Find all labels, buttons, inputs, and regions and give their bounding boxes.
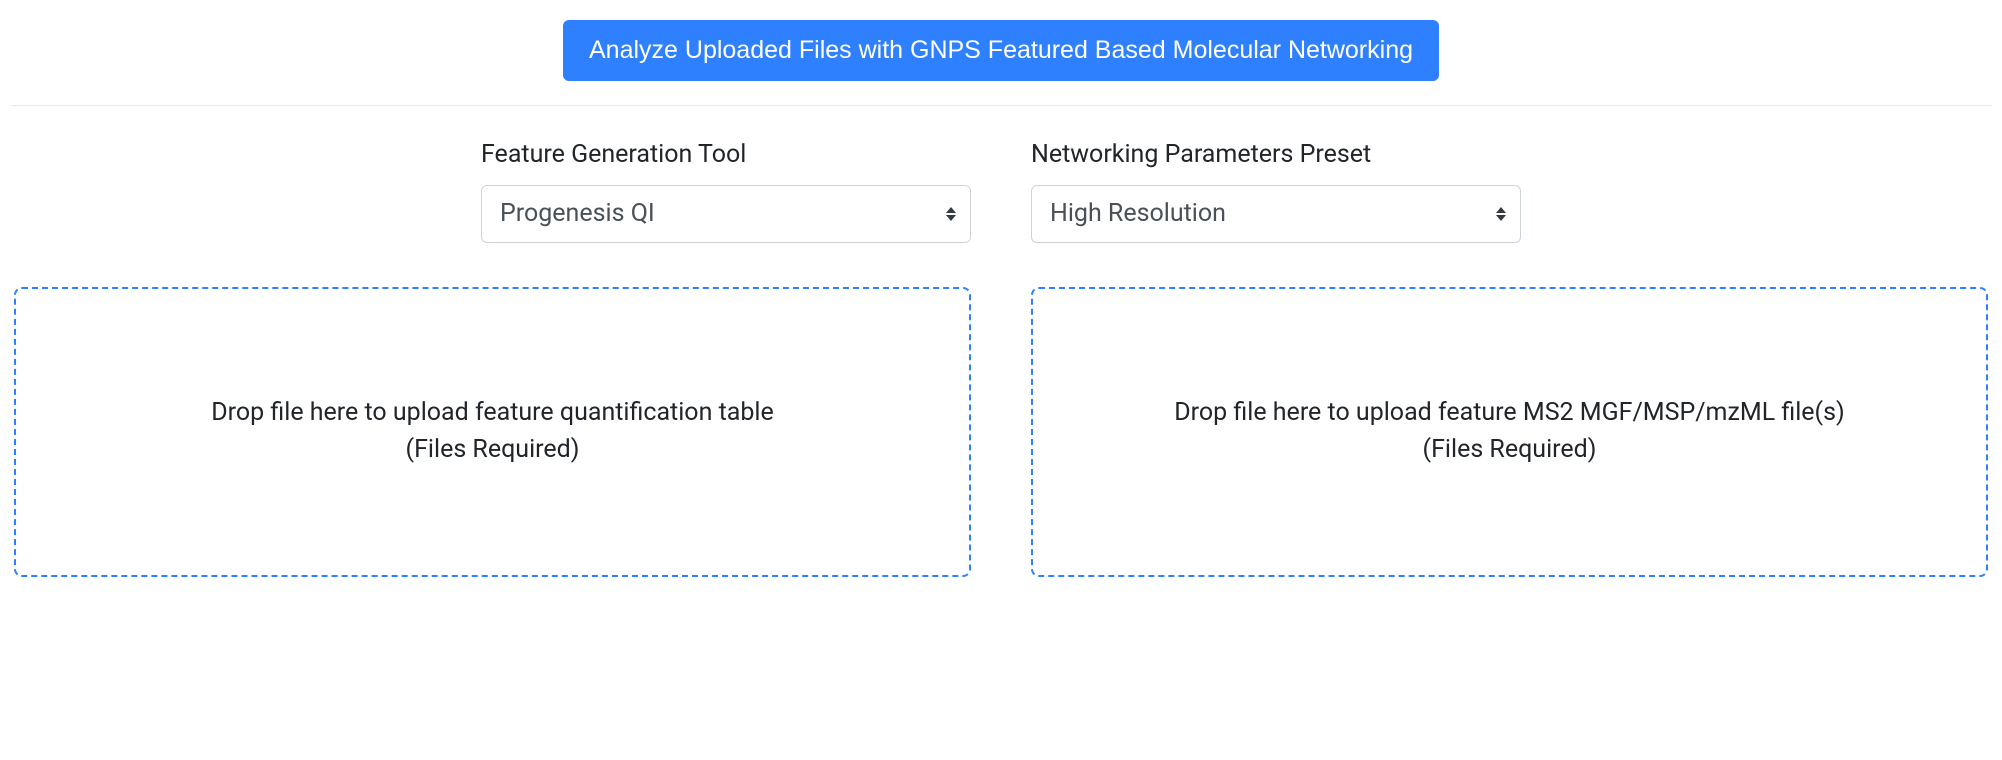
feature-tool-group: Feature Generation Tool Progenesis QI (481, 140, 971, 243)
select-arrows-icon (946, 207, 956, 221)
quant-table-dropzone[interactable]: Drop file here to upload feature quantif… (14, 287, 971, 577)
ms2-files-dropzone[interactable]: Drop file here to upload feature MS2 MGF… (1031, 287, 1988, 577)
feature-tool-label: Feature Generation Tool (481, 140, 971, 169)
network-preset-label: Networking Parameters Preset (1031, 140, 1521, 169)
ms2-files-dropzone-text: Drop file here to upload feature MS2 MGF… (1174, 395, 1844, 431)
dropzones-row: Drop file here to upload feature quantif… (10, 287, 1992, 577)
controls-row: Feature Generation Tool Progenesis QI Ne… (10, 140, 1992, 243)
network-preset-select[interactable]: High Resolution (1031, 185, 1521, 243)
quant-table-dropzone-subtext: (Files Required) (406, 432, 580, 468)
ms2-files-dropzone-subtext: (Files Required) (1423, 432, 1597, 468)
feature-tool-selected-value: Progenesis QI (500, 199, 655, 228)
network-preset-group: Networking Parameters Preset High Resolu… (1031, 140, 1521, 243)
select-arrows-icon (1496, 207, 1506, 221)
header-section: Analyze Uploaded Files with GNPS Feature… (10, 20, 1992, 106)
quant-table-dropzone-text: Drop file here to upload feature quantif… (211, 395, 773, 431)
feature-tool-select[interactable]: Progenesis QI (481, 185, 971, 243)
network-preset-selected-value: High Resolution (1050, 199, 1226, 228)
feature-tool-select-wrap: Progenesis QI (481, 185, 971, 243)
network-preset-select-wrap: High Resolution (1031, 185, 1521, 243)
analyze-button[interactable]: Analyze Uploaded Files with GNPS Feature… (563, 20, 1439, 81)
